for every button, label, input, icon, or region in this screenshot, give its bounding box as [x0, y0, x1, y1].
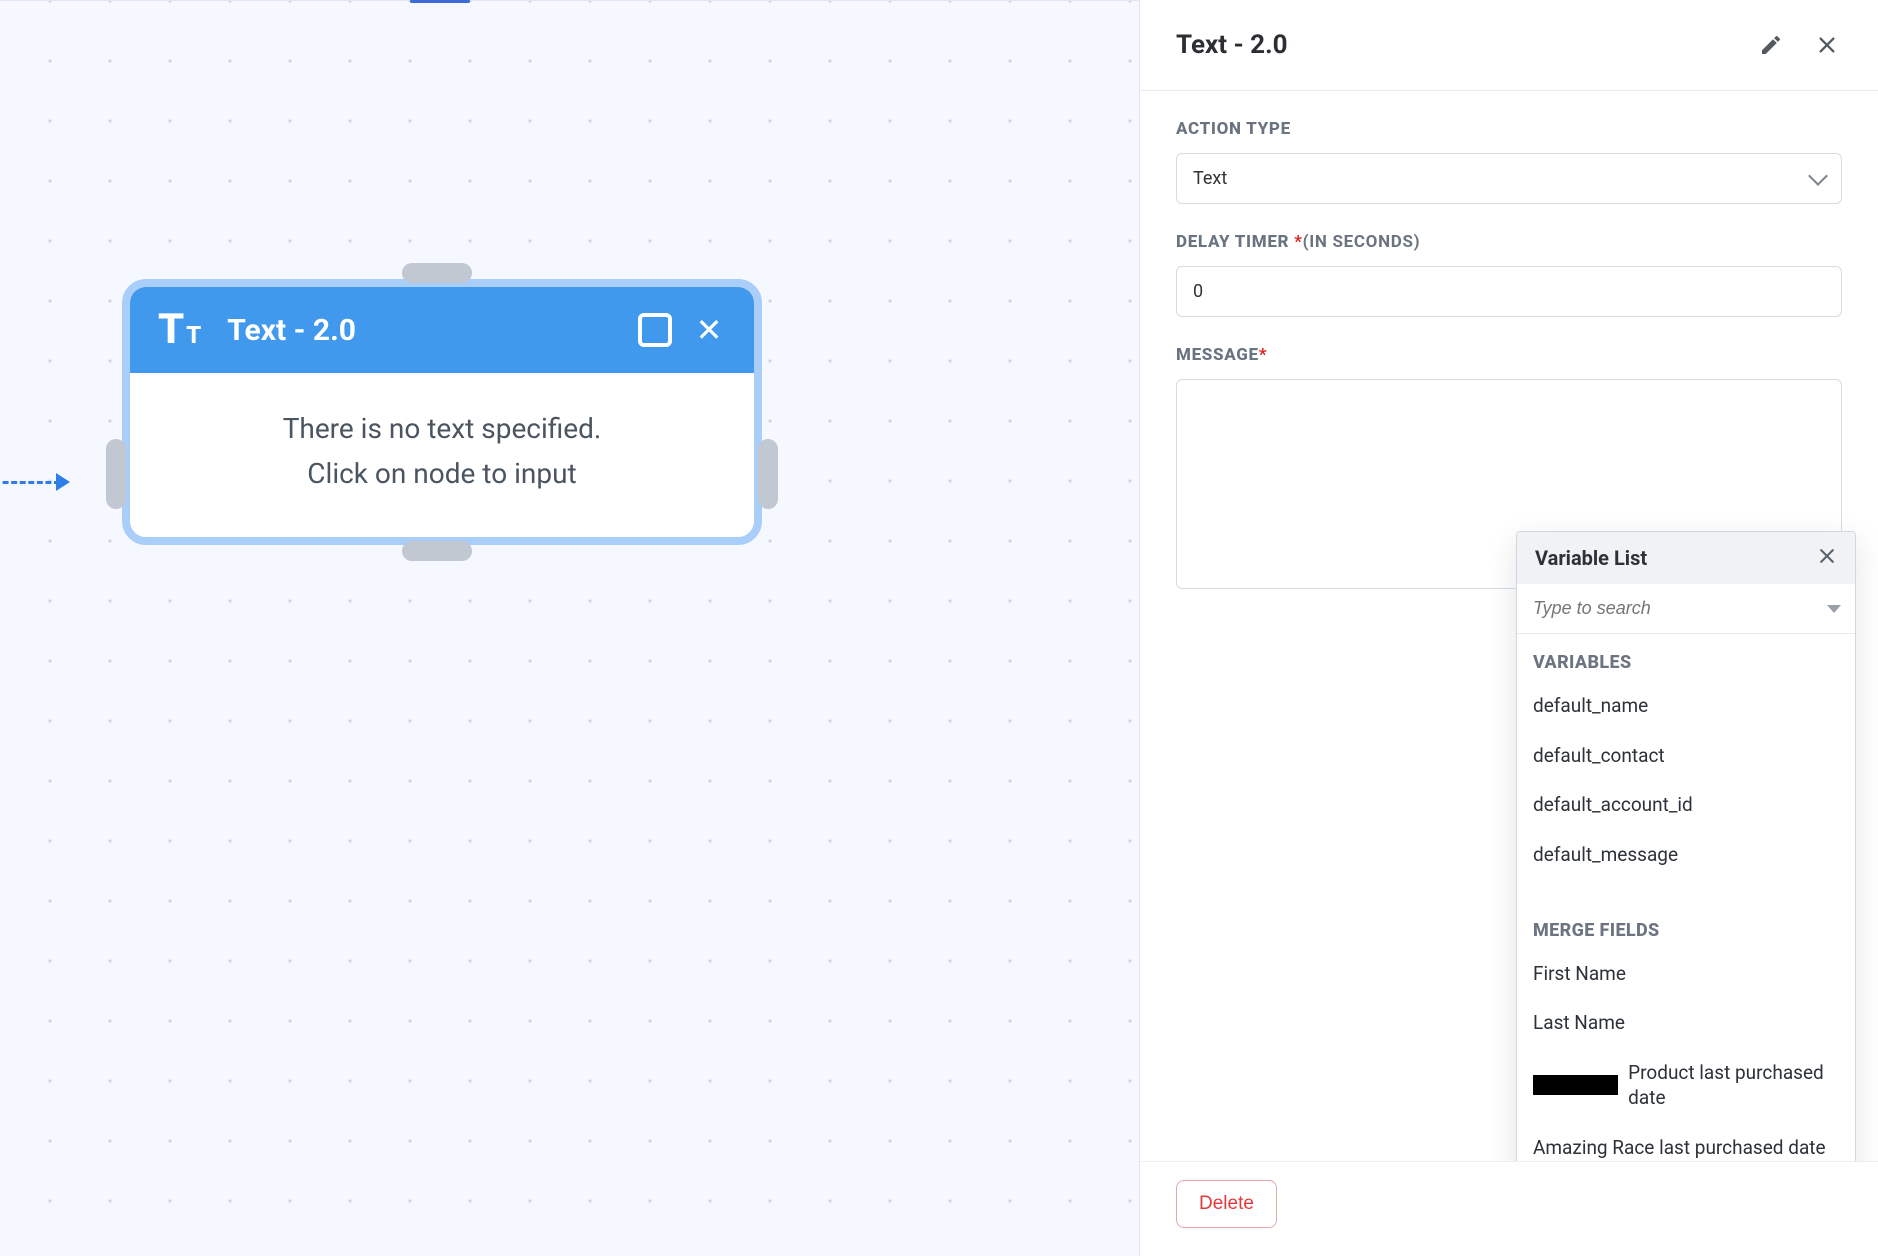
- expand-icon[interactable]: [638, 313, 672, 347]
- inspector-panel: Text - 2.0 ACTION TYPE Text DELAY TIMER …: [1140, 0, 1878, 1256]
- variable-search-input[interactable]: [1531, 592, 1819, 625]
- flow-canvas[interactable]: TT Text - 2.0 ✕ There is no text specifi…: [0, 0, 1140, 1256]
- action-type-label: ACTION TYPE: [1176, 119, 1842, 139]
- edit-icon[interactable]: [1756, 30, 1786, 60]
- inspector-footer: Delete: [1140, 1161, 1878, 1256]
- node-port-top[interactable]: [402, 263, 472, 283]
- action-type-value: Text: [1193, 168, 1227, 189]
- inspector-title: Text - 2.0: [1176, 30, 1730, 60]
- variable-item[interactable]: default_name: [1533, 681, 1839, 731]
- node-body-line2: Click on node to input: [160, 452, 724, 497]
- variable-item[interactable]: default_contact: [1533, 731, 1839, 781]
- merge-field-item[interactable]: Amazing Race last purchased date: [1533, 1123, 1839, 1161]
- node-body[interactable]: There is no text specified. Click on nod…: [130, 373, 754, 537]
- canvas-dot-grid: [0, 1, 1139, 1256]
- merge-field-item[interactable]: First Name: [1533, 949, 1839, 999]
- active-tab-indicator: [410, 0, 470, 3]
- delay-timer-label: DELAY TIMER *(IN SECONDS): [1176, 232, 1842, 252]
- merge-field-item[interactable]: Product last purchased date: [1533, 1048, 1839, 1123]
- message-label: MESSAGE*: [1176, 345, 1842, 365]
- text-type-icon: TT: [158, 309, 201, 351]
- node-body-line1: There is no text specified.: [160, 407, 724, 452]
- text-node[interactable]: TT Text - 2.0 ✕ There is no text specifi…: [122, 279, 762, 545]
- redacted-text: [1533, 1075, 1618, 1095]
- variable-list-title: Variable List: [1535, 546, 1817, 570]
- delay-timer-input[interactable]: [1176, 266, 1842, 317]
- variable-list-body[interactable]: VARIABLES default_name default_contact d…: [1517, 634, 1855, 1161]
- delay-timer-field: DELAY TIMER *(IN SECONDS): [1176, 232, 1842, 317]
- node-port-right[interactable]: [758, 439, 778, 509]
- merge-field-item[interactable]: Last Name: [1533, 998, 1839, 1048]
- close-panel-icon[interactable]: [1812, 30, 1842, 60]
- inspector-header: Text - 2.0: [1140, 0, 1878, 91]
- node-port-left[interactable]: [106, 439, 126, 509]
- variable-item[interactable]: default_message: [1533, 830, 1839, 880]
- variable-list-close-icon[interactable]: [1817, 546, 1837, 570]
- node-title: Text - 2.0: [227, 313, 618, 348]
- node-port-bottom[interactable]: [402, 541, 472, 561]
- delete-button[interactable]: Delete: [1176, 1180, 1277, 1228]
- chevron-down-icon: [1808, 166, 1828, 186]
- node-header[interactable]: TT Text - 2.0 ✕: [130, 287, 754, 373]
- close-node-icon[interactable]: ✕: [692, 314, 726, 346]
- merge-fields-section-header: MERGE FIELDS: [1533, 920, 1839, 941]
- variable-item[interactable]: default_account_id: [1533, 780, 1839, 830]
- dropdown-caret-icon[interactable]: [1827, 605, 1841, 613]
- incoming-connector: [0, 477, 84, 485]
- action-type-field: ACTION TYPE Text: [1176, 119, 1842, 204]
- action-type-select[interactable]: Text: [1176, 153, 1842, 204]
- variable-list-popover: Variable List VARIABLES default_name def…: [1516, 531, 1856, 1161]
- variables-section-header: VARIABLES: [1533, 652, 1839, 673]
